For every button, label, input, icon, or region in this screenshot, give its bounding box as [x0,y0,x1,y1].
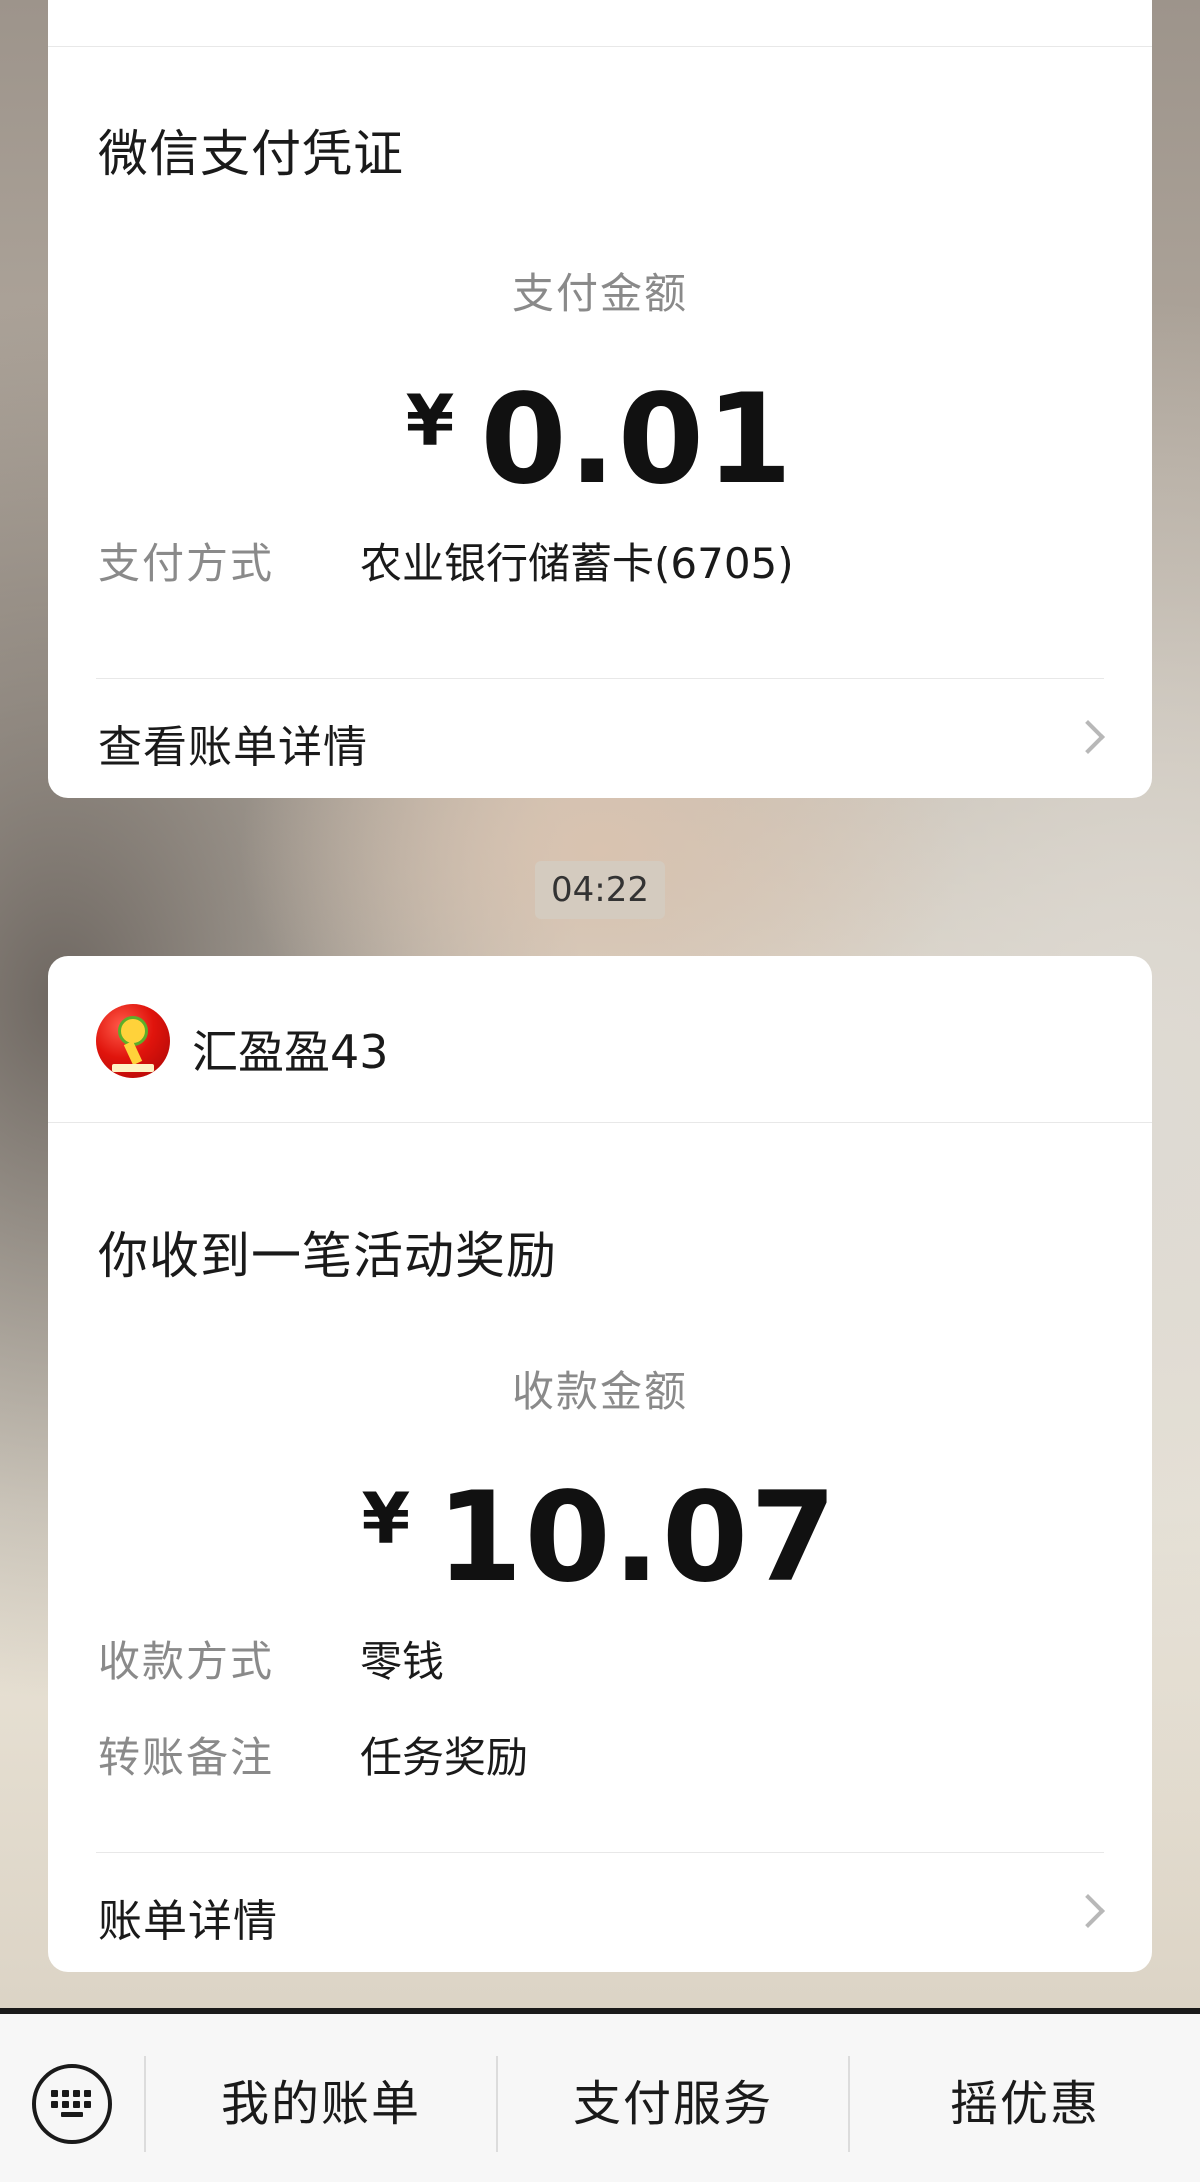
message-timestamp: 04:22 [535,861,665,919]
receipt-title: 微信支付凭证 [98,125,404,183]
key-dot [84,2101,91,2108]
key-dot [62,2101,69,2108]
receive-method-value: 零钱 [360,1637,445,1686]
menu-my-bills[interactable]: 我的账单 [146,2066,496,2142]
chevron-right-icon [1071,1894,1105,1928]
view-bill-details-link[interactable]: 查看账单详情 [48,679,1152,798]
receive-method-label: 收款方式 [98,1637,275,1686]
currency-symbol: ¥ [405,380,455,462]
sender-avatar[interactable] [96,1004,170,1078]
sender-name[interactable]: 汇盈盈43 [192,1016,389,1082]
amount-label: 支付金额 [511,269,688,318]
chevron-right-icon [1071,720,1105,754]
key-dot [73,2101,80,2108]
amount-value: 10.07 [436,1466,839,1610]
key-space [61,2112,83,2117]
keyboard-icon[interactable] [32,2064,112,2144]
currency-symbol: ¥ [361,1478,411,1560]
key-dot [62,2090,69,2097]
view-bill-details-label: 查看账单详情 [98,722,368,773]
key-dot [73,2090,80,2097]
bill-details-link[interactable]: 账单详情 [48,1853,1152,1972]
menu-shake-offers[interactable]: 摇优惠 [850,2066,1200,2142]
menu-payment-services[interactable]: 支付服务 [498,2066,848,2142]
payment-amount: ¥0.01 [48,368,1152,512]
reward-notification-card[interactable]: 汇盈盈43 你收到一笔活动奖励 收款金额 ¥10.07 收款方式 零钱 转账备注… [48,956,1152,1972]
card-top-divider [48,46,1152,47]
receive-amount-label: 收款金额 [511,1367,688,1416]
bill-details-label: 账单详情 [98,1896,278,1947]
logo-caption-mark [112,1064,154,1072]
key-dot [51,2090,58,2097]
transfer-note-label: 转账备注 [98,1733,275,1782]
transfer-note-value: 任务奖励 [360,1733,529,1782]
amount-value: 0.01 [480,368,795,512]
header-divider [48,1122,1152,1123]
keyboard-keys [51,2090,93,2118]
receive-amount: ¥10.07 [48,1466,1152,1610]
payment-receipt-card[interactable]: 微信支付凭证 支付金额 ¥0.01 支付方式 农业银行储蓄卡(6705) 查看账… [48,0,1152,798]
payment-method-label: 支付方式 [98,539,275,588]
payment-method-value: 农业银行储蓄卡(6705) [360,539,794,588]
bottom-menu-bar: 我的账单 支付服务 摇优惠 [0,2008,1200,2182]
key-dot [84,2090,91,2097]
reward-title: 你收到一笔活动奖励 [98,1227,557,1285]
key-dot [51,2101,58,2108]
